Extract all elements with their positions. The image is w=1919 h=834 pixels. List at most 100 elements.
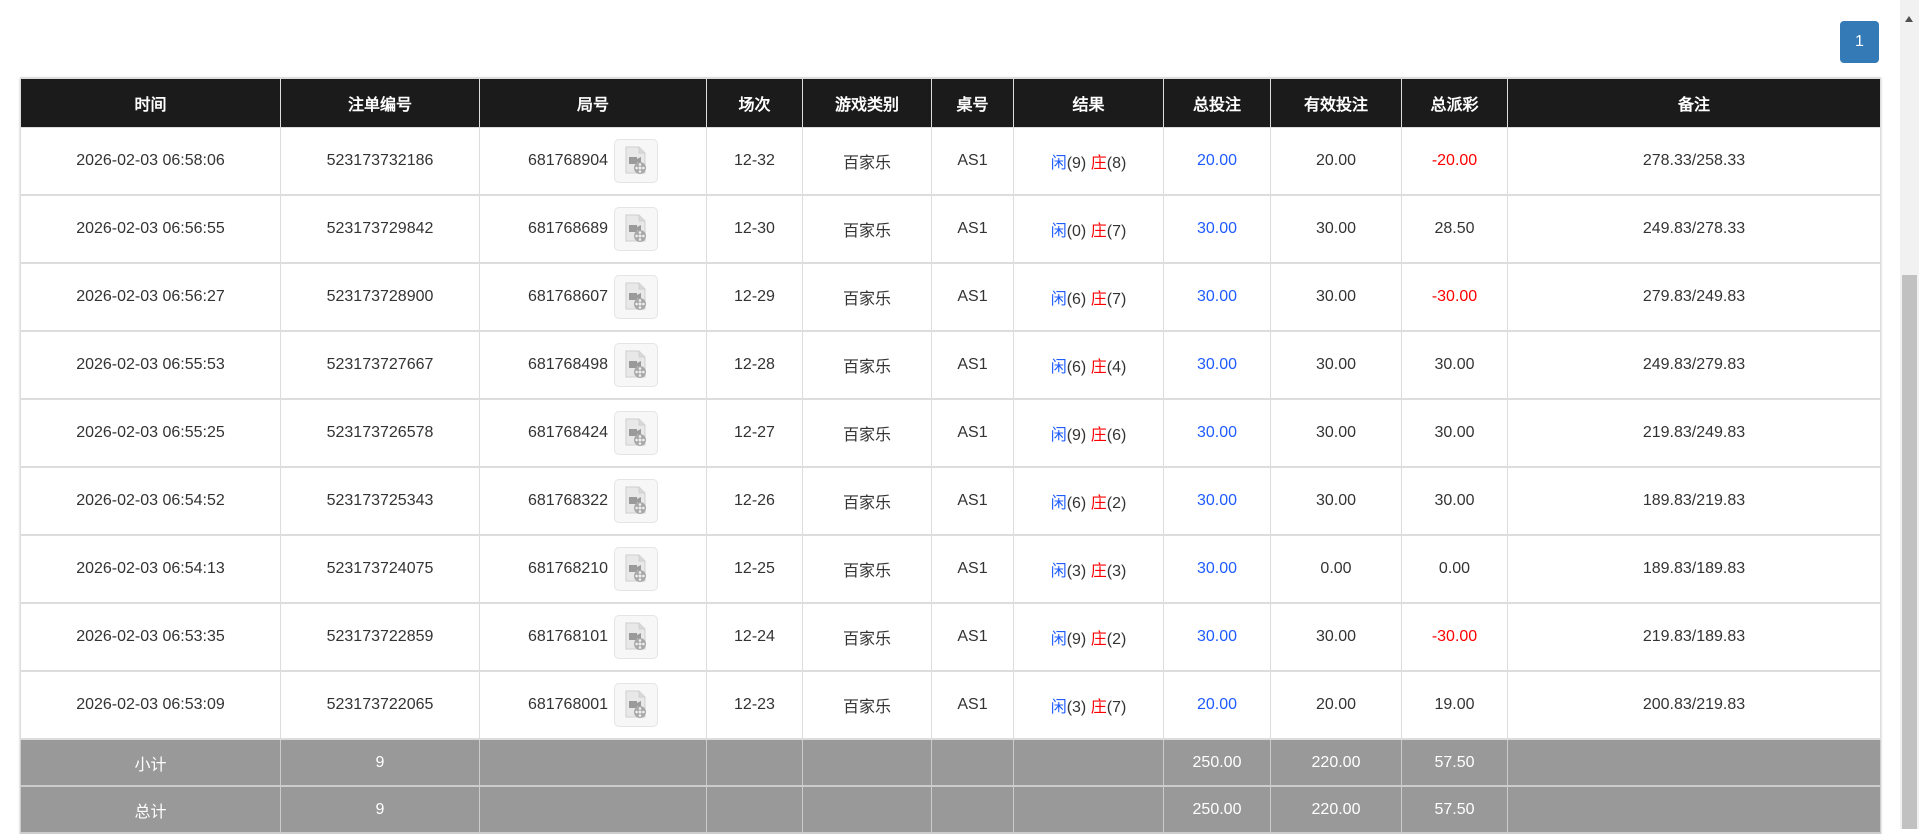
cell-valid-bet: 30.00: [1270, 602, 1402, 672]
cell-session: 12-26: [706, 466, 803, 536]
table-row: 2026-02-03 06:55:25 523173726578 681768424…: [20, 398, 1881, 468]
cell-note: 200.83/219.83: [1507, 670, 1881, 740]
video-file-icon[interactable]: [614, 479, 659, 523]
cell-payout: 30.00: [1401, 398, 1508, 468]
footer-label: 小计: [20, 738, 281, 787]
cell-result: 闲(3) 庄(7): [1013, 670, 1164, 740]
footer-empty-cell: [1013, 738, 1164, 787]
cell-total-bet: 30.00: [1163, 262, 1271, 332]
cell-payout: 28.50: [1401, 194, 1508, 264]
video-file-icon[interactable]: [614, 139, 659, 183]
banker-label: 庄: [1090, 223, 1107, 240]
cell-note: 219.83/189.83: [1507, 602, 1881, 672]
cell-result: 闲(9) 庄(2): [1013, 602, 1164, 672]
vertical-scrollbar[interactable]: [1900, 0, 1919, 829]
cell-note: 249.83/279.83: [1507, 330, 1881, 400]
table-row: 2026-02-03 06:54:52 523173725343 681768322…: [20, 466, 1881, 536]
cell-session: 12-32: [706, 127, 803, 196]
footer-total-bet: 250.00: [1163, 738, 1271, 787]
cell-table-number: AS1: [931, 262, 1014, 332]
banker-label: 庄: [1090, 155, 1107, 172]
banker-points: (7): [1106, 699, 1127, 716]
player-points: (3): [1066, 699, 1087, 716]
banker-points: (7): [1106, 291, 1127, 308]
cell-payout: 30.00: [1401, 466, 1508, 536]
player-label: 闲: [1050, 291, 1067, 308]
cell-round: 681768424: [479, 398, 707, 468]
player-points: (9): [1066, 155, 1087, 172]
player-points: (9): [1066, 631, 1087, 648]
cell-note: 249.83/278.33: [1507, 194, 1881, 264]
scroll-up-arrow-icon[interactable]: [1905, 16, 1913, 22]
banker-points: (2): [1106, 631, 1127, 648]
round-number: 681768424: [527, 424, 609, 442]
table-row: 2026-02-03 06:56:27 523173728900 681768607…: [20, 262, 1881, 332]
video-file-icon[interactable]: [614, 207, 659, 251]
cell-total-bet: 30.00: [1163, 398, 1271, 468]
cell-game-type: 百家乐: [802, 466, 932, 536]
round-number: 681768210: [527, 560, 609, 578]
video-file-icon[interactable]: [614, 411, 659, 455]
cell-game-type: 百家乐: [802, 398, 932, 468]
cell-table-number: AS1: [931, 194, 1014, 264]
footer-total-bet: 250.00: [1163, 785, 1271, 834]
video-file-icon[interactable]: [614, 343, 659, 387]
cell-time: 2026-02-03 06:54:13: [20, 534, 281, 604]
cell-payout: -20.00: [1401, 127, 1508, 196]
round-number: 681768001: [527, 696, 609, 714]
cell-bet-id: 523173726578: [280, 398, 480, 468]
table-header-row: 时间 注单编号 局号 场次 游戏类别 桌号 结果 总投注 有效投注 总派彩 备注: [20, 77, 1881, 128]
scrollbar-thumb[interactable]: [1902, 275, 1917, 829]
cell-valid-bet: 0.00: [1270, 534, 1402, 604]
banker-points: (8): [1106, 155, 1127, 172]
cell-round: 681768101: [479, 602, 707, 672]
player-points: (6): [1066, 495, 1087, 512]
cell-note: 189.83/219.83: [1507, 466, 1881, 536]
cell-table-number: AS1: [931, 670, 1014, 740]
cell-round: 681768001: [479, 670, 707, 740]
cell-result: 闲(3) 庄(3): [1013, 534, 1164, 604]
footer-empty-cell: [479, 738, 707, 787]
cell-round: 681768498: [479, 330, 707, 400]
banker-label: 庄: [1090, 427, 1107, 444]
cell-valid-bet: 20.00: [1270, 670, 1402, 740]
cell-session: 12-24: [706, 602, 803, 672]
player-label: 闲: [1050, 155, 1067, 172]
player-label: 闲: [1050, 495, 1067, 512]
footer-empty-cell: [802, 785, 932, 834]
total-row: 总计 9 250.00 220.00 57.50: [20, 785, 1881, 834]
cell-time: 2026-02-03 06:56:55: [20, 194, 281, 264]
cell-payout: 30.00: [1401, 330, 1508, 400]
banker-points: (2): [1106, 495, 1127, 512]
player-label: 闲: [1050, 631, 1067, 648]
player-points: (0): [1066, 223, 1087, 240]
video-file-icon[interactable]: [614, 275, 659, 319]
cell-time: 2026-02-03 06:58:06: [20, 127, 281, 196]
cell-time: 2026-02-03 06:55:53: [20, 330, 281, 400]
cell-table-number: AS1: [931, 602, 1014, 672]
banker-label: 庄: [1090, 291, 1107, 308]
player-points: (6): [1066, 359, 1087, 376]
cell-bet-id: 523173724075: [280, 534, 480, 604]
player-label: 闲: [1050, 359, 1067, 376]
page-1-button[interactable]: 1: [1840, 21, 1879, 63]
banker-points: (4): [1106, 359, 1127, 376]
video-file-icon[interactable]: [614, 683, 659, 727]
round-number: 681768498: [527, 356, 609, 374]
cell-session: 12-27: [706, 398, 803, 468]
column-header: 总派彩: [1401, 77, 1508, 128]
round-number: 681768904: [527, 152, 609, 170]
video-file-icon[interactable]: [614, 547, 659, 591]
cell-result: 闲(6) 庄(4): [1013, 330, 1164, 400]
cell-round: 681768607: [479, 262, 707, 332]
cell-time: 2026-02-03 06:53:09: [20, 670, 281, 740]
cell-table-number: AS1: [931, 398, 1014, 468]
footer-valid-bet: 220.00: [1270, 785, 1402, 834]
footer-payout: 57.50: [1401, 738, 1508, 787]
table-row: 2026-02-03 06:55:53 523173727667 681768498…: [20, 330, 1881, 400]
column-header: 时间: [20, 77, 281, 128]
video-file-icon[interactable]: [614, 615, 659, 659]
cell-session: 12-23: [706, 670, 803, 740]
cell-time: 2026-02-03 06:54:52: [20, 466, 281, 536]
cell-note: 278.33/258.33: [1507, 127, 1881, 196]
